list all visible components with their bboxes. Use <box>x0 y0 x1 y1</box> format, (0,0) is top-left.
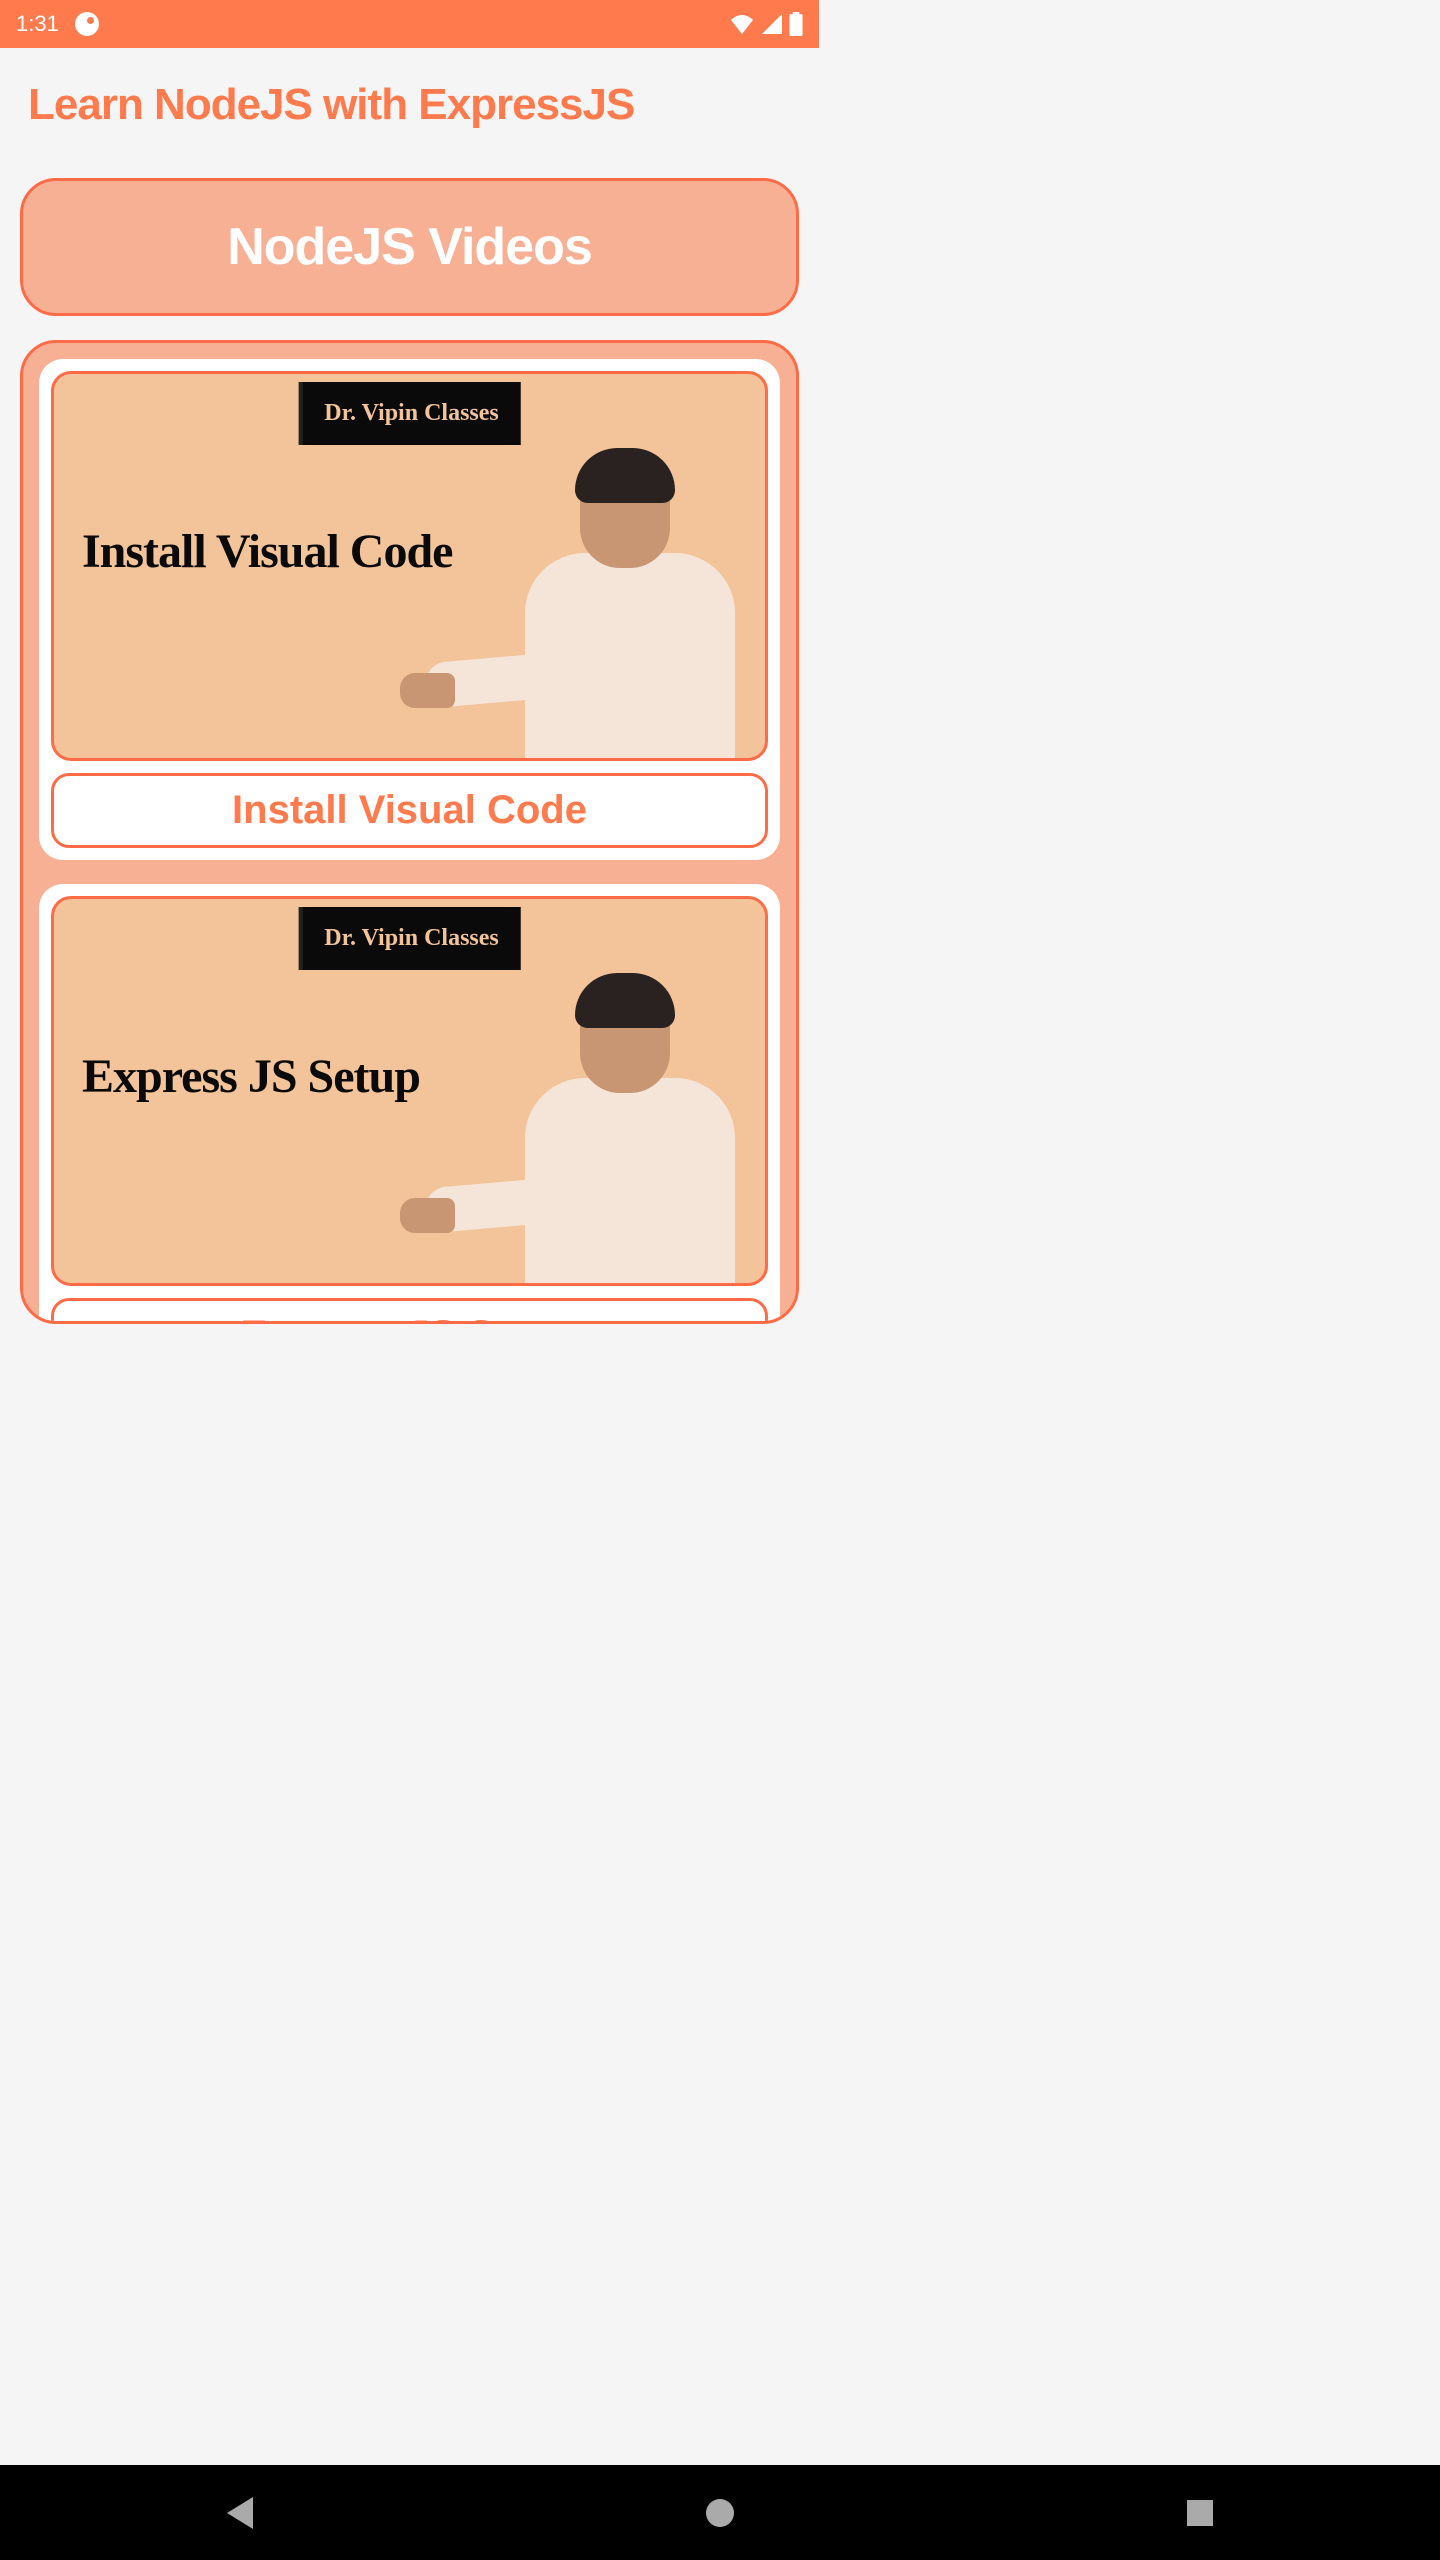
section-header-text: NodeJS Videos <box>227 218 592 276</box>
video-label: Express JS Setup <box>51 1298 768 1324</box>
back-button[interactable] <box>215 2488 265 2538</box>
status-time: 1:31 <box>16 11 59 37</box>
wifi-icon <box>729 14 755 34</box>
video-list[interactable]: Dr. Vipin Classes Install Visual Code In… <box>20 340 799 1324</box>
navigation-bar <box>0 2465 1440 2560</box>
content-area: Learn NodeJS with ExpressJS NodeJS Video… <box>0 48 819 1361</box>
thumb-badge: Dr. Vipin Classes <box>298 382 521 445</box>
instructor-image <box>485 973 745 1283</box>
video-label: Install Visual Code <box>51 773 768 848</box>
thumb-title: Install Visual Code <box>82 524 452 579</box>
home-icon <box>706 2499 734 2527</box>
back-icon <box>227 2497 253 2529</box>
instructor-image <box>485 448 745 758</box>
section-header: NodeJS Videos <box>20 178 799 316</box>
thumb-title: Express JS Setup <box>82 1049 420 1104</box>
recent-button[interactable] <box>1175 2488 1225 2538</box>
video-thumbnail[interactable]: Dr. Vipin Classes Express JS Setup <box>51 896 768 1286</box>
app-icon <box>75 12 99 36</box>
video-card[interactable]: Dr. Vipin Classes Express JS Setup Expre… <box>39 884 780 1324</box>
status-bar: 1:31 <box>0 0 819 48</box>
home-button[interactable] <box>695 2488 745 2538</box>
page-title: Learn NodeJS with ExpressJS <box>16 80 803 130</box>
video-thumbnail[interactable]: Dr. Vipin Classes Install Visual Code <box>51 371 768 761</box>
status-right <box>729 12 803 36</box>
thumb-badge: Dr. Vipin Classes <box>298 907 521 970</box>
video-card[interactable]: Dr. Vipin Classes Install Visual Code In… <box>39 359 780 860</box>
signal-icon <box>761 14 783 34</box>
battery-icon <box>789 12 803 36</box>
status-left: 1:31 <box>16 11 99 37</box>
recent-icon <box>1187 2500 1213 2526</box>
